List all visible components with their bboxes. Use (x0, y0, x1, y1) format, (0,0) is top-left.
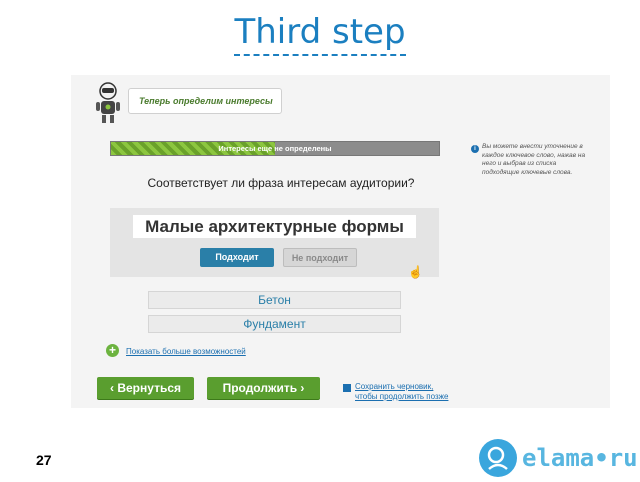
no-match-button[interactable]: Не подходит (283, 248, 357, 267)
page-number: 27 (36, 452, 52, 468)
slide-title: Third step (0, 12, 640, 56)
keyword-item[interactable]: Бетон (148, 291, 401, 309)
keyword-item[interactable]: Фундамент (148, 315, 401, 333)
match-button[interactable]: Подходит (200, 248, 274, 267)
robot-mascot-icon (93, 81, 123, 125)
speech-bubble: Теперь определим интересы (128, 88, 282, 114)
progress-bar: Интересы еще не определены (110, 141, 440, 156)
show-more-link[interactable]: Показать больше возможностей (126, 347, 246, 356)
save-draft-link[interactable]: Сохранить черновик, чтобы продолжить поз… (355, 382, 448, 402)
save-draft-line2: чтобы продолжить позже (355, 392, 449, 401)
screenshot-panel: Теперь определим интересы Интересы еще н… (71, 75, 610, 408)
hint-text: Вы можете внести уточнение в каждое ключ… (482, 143, 586, 176)
save-icon[interactable] (343, 384, 351, 392)
slide-title-text: Third step (234, 12, 406, 56)
bubble-text: Теперь определим интересы (139, 96, 273, 106)
elama-logo-text: elama•ru (522, 444, 638, 472)
elama-logo-icon (479, 439, 517, 477)
phrase-text: Малые архитектурные формы (133, 215, 416, 238)
save-draft-line1: Сохранить черновик, (355, 382, 434, 391)
continue-button[interactable]: Продолжить › (207, 377, 320, 399)
info-icon: i (471, 145, 479, 153)
phrase-card: Малые архитектурные формы Подходит Не по… (110, 208, 439, 277)
hand-cursor-icon: ☝ (408, 265, 423, 279)
plus-icon[interactable]: + (106, 344, 119, 357)
back-button[interactable]: ‹ Вернуться (97, 377, 194, 399)
question-text: Соответствует ли фраза интересам аудитор… (147, 176, 415, 190)
progress-label: Интересы еще не определены (218, 144, 332, 153)
